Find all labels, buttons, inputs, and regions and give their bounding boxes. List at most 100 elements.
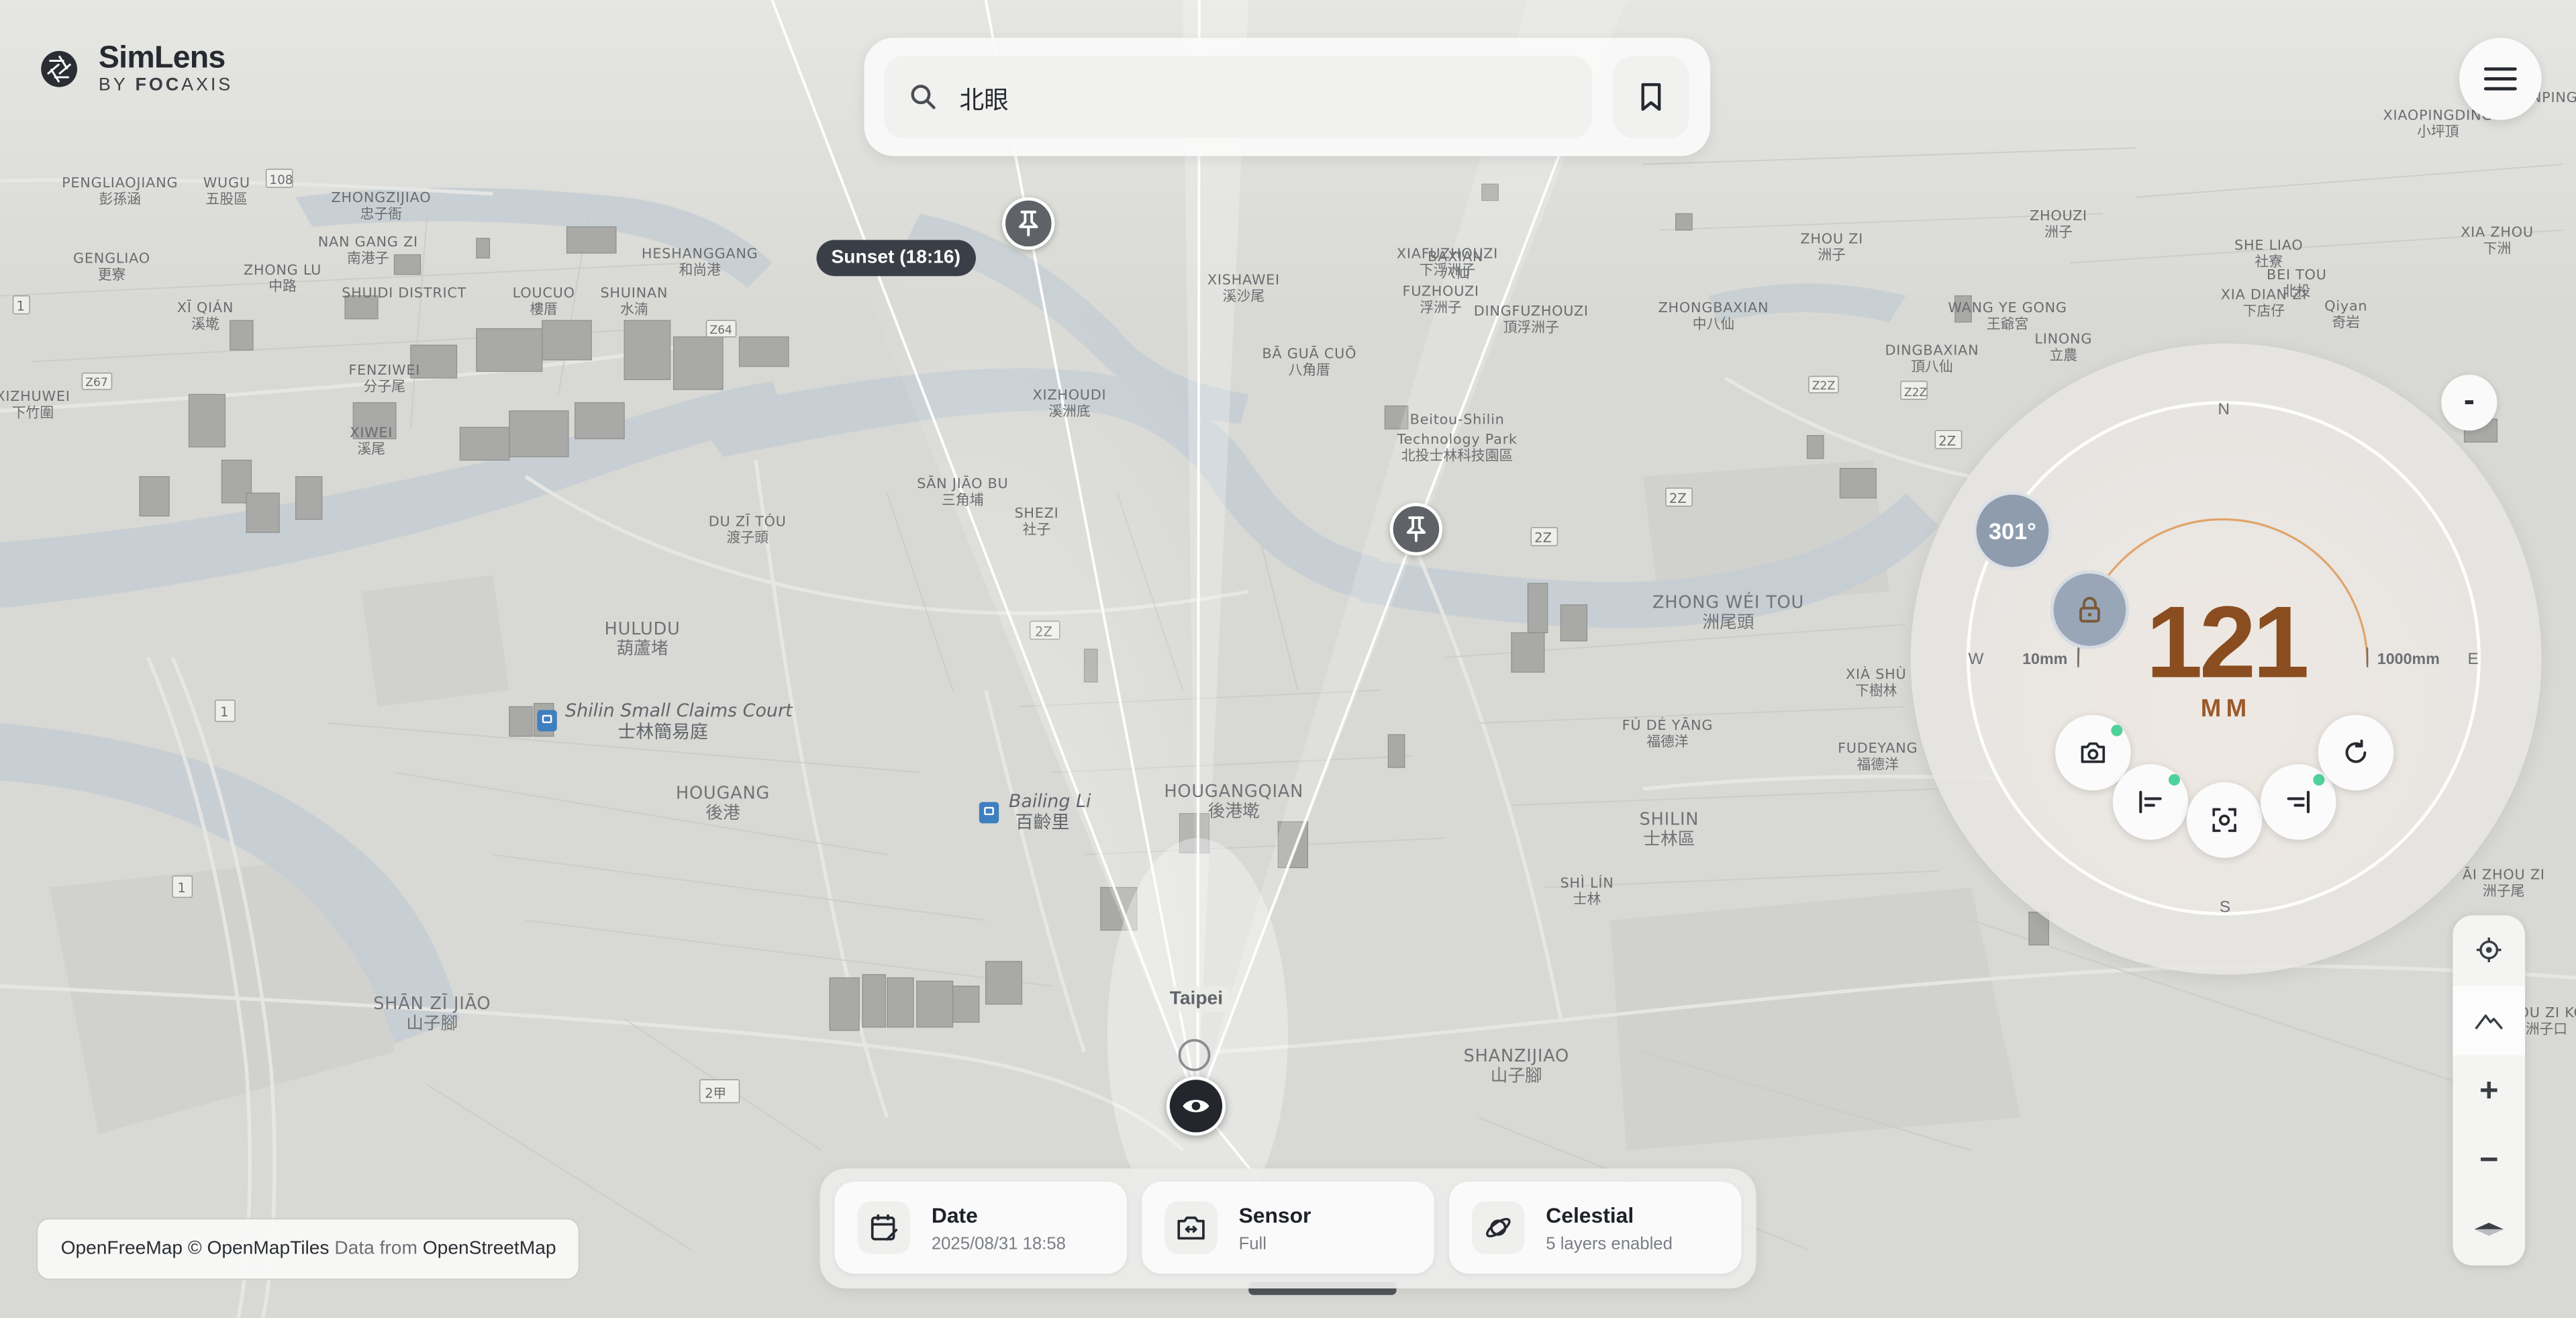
locate-crosshair-icon xyxy=(2476,937,2501,963)
map-place-label: XISHAWEI 溪沙尾 xyxy=(1207,273,1280,306)
map-place-label: DU ZĪ TÓU 渡子頭 xyxy=(708,514,787,548)
map-place-label: SHE LIAO 社寮 xyxy=(2234,238,2303,271)
map-place-label: XĪ QIÁN 溪墘 xyxy=(177,300,234,334)
focal-min-label: 10mm xyxy=(2022,651,2068,669)
align-right-button[interactable] xyxy=(2261,764,2336,840)
reset-button[interactable] xyxy=(2318,714,2394,791)
map-place-label: WANG YE GONG 王爺宮 xyxy=(1948,300,2067,334)
attribution-osm-link[interactable]: OpenStreetMap xyxy=(423,1239,556,1259)
locate-button[interactable] xyxy=(2453,915,2525,984)
capture-button[interactable] xyxy=(2186,782,2263,858)
svg-text:1: 1 xyxy=(177,880,185,896)
menu-button[interactable] xyxy=(2459,38,2542,120)
courthouse-icon xyxy=(537,710,557,732)
sensor-card[interactable]: Sensor Full xyxy=(1142,1181,1434,1274)
planet-orbit-icon xyxy=(1486,1217,1511,1237)
map-place-label: ZHOU ZI 洲子 xyxy=(1800,232,1864,265)
compass-e: E xyxy=(2467,651,2479,669)
map-place-label: ZHONGBAXIAN 中八仙 xyxy=(1658,300,1769,334)
svg-text:Z2Z: Z2Z xyxy=(1904,386,1927,399)
sunset-tag[interactable]: Sunset (18:16) xyxy=(816,240,975,277)
zoom-out-label: − xyxy=(2479,1141,2499,1178)
map-pin-1[interactable] xyxy=(1002,197,1055,250)
bookmark-button[interactable] xyxy=(1613,56,1689,138)
search-box[interactable] xyxy=(883,56,1592,142)
app-logo[interactable]: SimLens BY FOCAXIS xyxy=(40,40,233,99)
map-place-label: XIWEI 溪尾 xyxy=(350,425,393,459)
zoom-in-button[interactable]: + xyxy=(2453,1057,2525,1126)
pushpin-icon xyxy=(1406,516,1426,543)
map-place-label: SHEZI 社子 xyxy=(1014,506,1059,539)
search-icon xyxy=(911,85,936,109)
map-place-label: NAN GANG ZI 南港子 xyxy=(317,235,418,268)
attribution-data-from: Data from xyxy=(334,1239,417,1259)
bottom-panel: Date 2025/08/31 18:58 Sensor Full Celest… xyxy=(820,1168,1756,1288)
celestial-card[interactable]: Celestial 5 layers enabled xyxy=(1448,1181,1742,1274)
map-place-label: HOUGANG 後港 xyxy=(675,784,771,824)
map-place-label: LOUCUO 樓厝 xyxy=(512,285,575,319)
svg-text:1: 1 xyxy=(16,299,24,314)
map-place-label: PENGLIAOJIANG 彭孫涵 xyxy=(62,175,179,209)
app-name: SimLens xyxy=(98,41,226,76)
align-left-status-dot xyxy=(2168,773,2181,786)
poi-bailing-li[interactable]: Bailing Li 百齡里 xyxy=(1009,790,1091,833)
svg-text:108: 108 xyxy=(269,173,293,187)
map-place-label: LINONG 立農 xyxy=(2034,332,2093,365)
align-right-status-dot xyxy=(2313,773,2325,786)
pushpin-icon xyxy=(1019,210,1038,236)
terrain-button[interactable] xyxy=(2453,986,2526,1055)
map-place-label: HOUGANGQIAN 後港墘 xyxy=(1164,782,1304,822)
svg-text:Z64: Z64 xyxy=(709,324,732,337)
map-place-label: ZHONG WÉI TOU 洲尾頭 xyxy=(1652,593,1805,633)
app-byline: BY FOCAXIS xyxy=(98,75,234,95)
date-title: Date xyxy=(931,1203,978,1228)
aperture-icon xyxy=(41,50,78,87)
dial-collapse-button[interactable]: - xyxy=(2441,375,2497,431)
attribution-openmaptiles-link[interactable]: © OpenMapTiles xyxy=(188,1239,330,1259)
map-place-label: WUGU 五股區 xyxy=(203,175,250,209)
map-place-label: DINGFUZHOUZI 頂浮洲子 xyxy=(1473,303,1589,337)
search-input[interactable] xyxy=(956,56,1571,142)
celestial-value: 5 layers enabled xyxy=(1546,1234,1673,1254)
map-place-label: FÚ DÉ YĀNG 福德洋 xyxy=(1622,718,1714,751)
map-place-label: BAXIAN 八仙 xyxy=(1428,250,1484,283)
align-left-icon xyxy=(2139,790,2162,814)
map-place-label: HULUDU 葫蘆堵 xyxy=(604,619,681,659)
map-place-label: Beitou-Shilin xyxy=(1409,412,1505,429)
zoom-in-label: + xyxy=(2479,1072,2499,1109)
svg-text:2Z: 2Z xyxy=(1938,433,1956,449)
map-place-label: SHĀN ZĪ JIĀO 山子腳 xyxy=(373,994,491,1034)
map-attribution: OpenFreeMap © OpenMapTiles Data from Ope… xyxy=(36,1217,581,1280)
capture-focus-icon xyxy=(2212,808,2236,833)
date-value: 2025/08/31 18:58 xyxy=(931,1234,1066,1254)
sensor-title: Sensor xyxy=(1238,1203,1311,1228)
poi-shilin-court[interactable]: Shilin Small Claims Court 士林簡易庭 xyxy=(565,700,793,743)
map-place-label: Qiyan 奇岩 xyxy=(2324,299,2368,332)
attribution-openfreemap-link[interactable]: OpenFreeMap xyxy=(61,1239,183,1259)
map-place-label: SĀN JIĀO BU 三角埔 xyxy=(917,476,1009,510)
app-root: 108 1 1 2Z 2甲 Z64 Z67 2Z 2Z 2Z Z2Z Z2Z 1 xyxy=(0,0,2576,1318)
map-place-label: XIÀ SHÙ 下樹林 xyxy=(1846,667,1907,700)
map-place-label: XIZHOUDI 溪洲底 xyxy=(1032,387,1107,421)
eye-icon xyxy=(1183,1100,1209,1113)
map-place-label: XIAOPINGDING 小坪頂 xyxy=(2383,108,2493,142)
date-card[interactable]: Date 2025/08/31 18:58 xyxy=(834,1181,1128,1274)
calendar-edit-icon xyxy=(871,1214,898,1241)
map-place-label: SHANZIJIAO 山子腳 xyxy=(1463,1047,1569,1086)
bookmark-icon xyxy=(1641,83,1661,111)
heading-badge[interactable]: 301° xyxy=(1973,491,2052,571)
zoom-out-button[interactable]: − xyxy=(2453,1126,2525,1195)
observer-marker[interactable] xyxy=(1166,1076,1226,1136)
compass-s: S xyxy=(2219,898,2231,917)
search-panel xyxy=(864,38,1711,156)
compass-reset-button[interactable] xyxy=(2453,1194,2525,1264)
celestial-title: Celestial xyxy=(1546,1203,1634,1228)
svg-text:Z2Z: Z2Z xyxy=(1812,379,1835,393)
map-place-label: Technology Park 北投士林科技園區 xyxy=(1397,432,1518,465)
map-pin-2[interactable] xyxy=(1389,502,1443,556)
map-place-label: FUDEYANG 福德洋 xyxy=(1838,741,1918,774)
svg-text:2甲: 2甲 xyxy=(705,1086,726,1101)
lock-button[interactable] xyxy=(2050,570,2130,649)
focal-length-value: 121 xyxy=(2146,586,2309,700)
map-place-label: DINGBAXIAN 頂八仙 xyxy=(1885,343,1979,377)
